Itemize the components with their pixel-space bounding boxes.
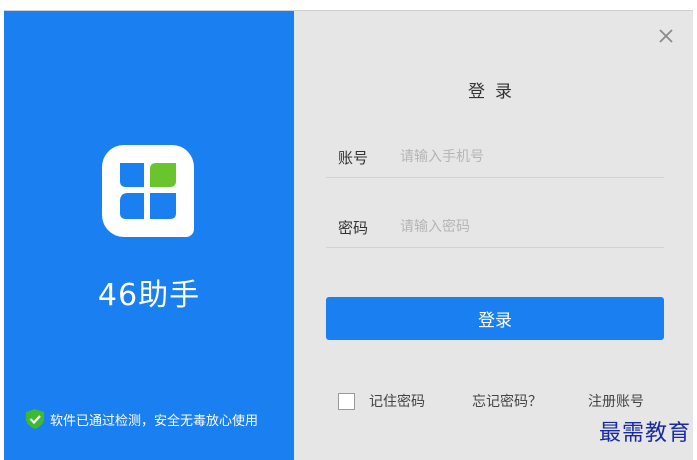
- remember-label: 记住密码: [369, 394, 425, 410]
- watermark: 最需教育: [598, 421, 691, 446]
- forgot-password-link[interactable]: 忘记密码？: [472, 390, 542, 412]
- remember-checkbox[interactable]: [338, 392, 355, 410]
- app-logo-icon: [102, 145, 194, 237]
- brand-panel: 46助手 软件已通过检测，安全无毒放心使用: [4, 11, 294, 460]
- password-field: 密码: [326, 207, 664, 248]
- shield-check-icon: [26, 409, 44, 429]
- safety-notice: 软件已通过检测，安全无毒放心使用: [26, 409, 258, 429]
- close-icon[interactable]: [657, 27, 675, 45]
- login-button[interactable]: 登录: [326, 297, 664, 340]
- password-input[interactable]: [398, 218, 642, 236]
- remember-password[interactable]: 记住密码: [338, 390, 425, 412]
- safety-text: 软件已通过检测，安全无毒放心使用: [50, 413, 259, 429]
- app-name: 46助手: [97, 278, 201, 313]
- password-label: 密码: [338, 218, 369, 237]
- account-label: 账号: [338, 148, 369, 167]
- login-title: 登录: [468, 82, 522, 102]
- login-window: 46助手 软件已通过检测，安全无毒放心使用 登录 账号 密码 登录 记住密码 忘…: [4, 10, 693, 460]
- account-input[interactable]: [398, 148, 642, 166]
- account-field: 账号: [326, 137, 664, 178]
- register-link[interactable]: 注册账号: [588, 390, 644, 412]
